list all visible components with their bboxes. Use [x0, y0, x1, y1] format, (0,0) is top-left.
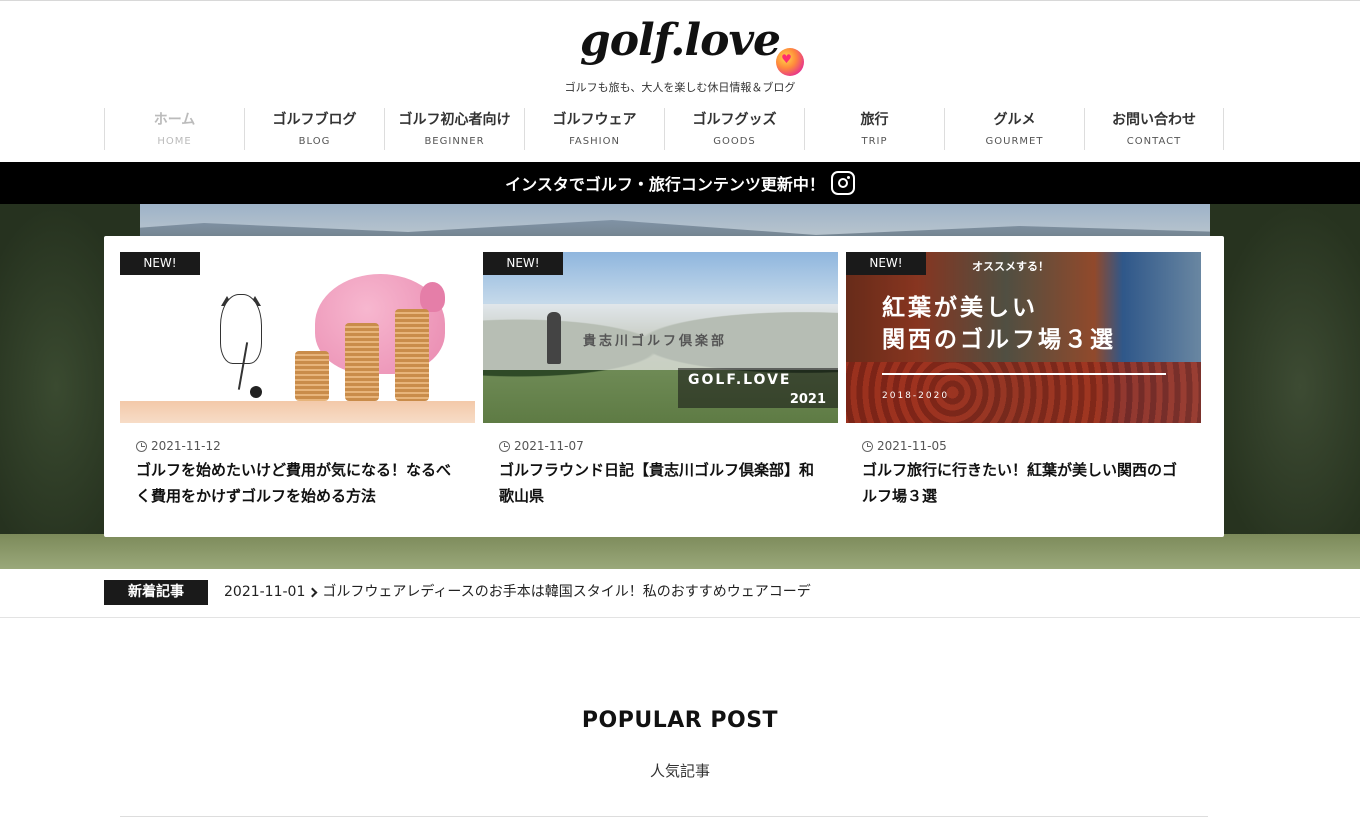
site-logo-text: golf.love — [579, 15, 781, 66]
clock-icon — [136, 440, 147, 452]
nav-sublabel: BEGINNER — [424, 136, 485, 147]
chevron-right-icon — [307, 587, 318, 597]
nav-sublabel: TRIP — [861, 136, 888, 147]
cat-golfer-illustration — [220, 294, 262, 364]
section-subtitle: 人気記事 — [649, 762, 710, 780]
new-badge: NEW! — [120, 252, 200, 275]
ticker-label: 新着記事 — [104, 580, 208, 605]
site-logo-container: golf.love ♥ — [0, 8, 1360, 76]
nav-sublabel: FASHION — [569, 136, 620, 147]
nav-sublabel: GOODS — [713, 136, 756, 147]
nav-label: ゴルフ初心者向け — [398, 112, 511, 128]
featured-card[interactable]: NEW! 貴志川ゴルフ倶楽部 GOLF.LOVE 2021 2021-11-07… — [483, 252, 838, 509]
ticker-date: 2021-11-01 — [224, 584, 306, 600]
ticker-title: ゴルフウェアレディースのお手本は韓国スタイル！私のおすすめウェアコーデ — [322, 584, 811, 600]
top-border — [0, 0, 1360, 1]
nav-label: お問い合わせ — [1112, 112, 1196, 128]
nav-sublabel: BLOG — [298, 136, 331, 147]
featured-posts-panel: NEW! 2021-11-12 ゴルフを始めたいけど費用が気になる！なるべく費用… — [104, 236, 1224, 537]
nav-item-blog[interactable]: ゴルフブログ BLOG — [244, 108, 384, 150]
coin-stack — [395, 309, 429, 401]
instagram-banner-text: インスタでゴルフ・旅行コンテンツ更新中！ — [505, 175, 825, 194]
global-nav: ホーム HOME ゴルフブログ BLOG ゴルフ初心者向け BEGINNER ゴ… — [104, 108, 1224, 150]
card-thumbnail: NEW! 貴志川ゴルフ倶楽部 GOLF.LOVE 2021 — [483, 252, 838, 423]
post-title: ゴルフ旅行に行きたい！紅葉が美しい関西のゴルフ場３選 — [862, 461, 1178, 505]
post-title: ゴルフラウンド日記【貴志川ゴルフ倶楽部】和歌山県 — [499, 461, 815, 505]
nav-sublabel: HOME — [157, 136, 192, 147]
heart-golfball-icon: ♥ — [776, 48, 805, 76]
clock-icon — [862, 440, 873, 452]
nav-label: ゴルフグッズ — [692, 112, 777, 128]
thumb-headline: 紅葉が美しい 関西のゴルフ場３選 — [882, 295, 1116, 353]
nav-sublabel: CONTACT — [1126, 136, 1182, 147]
featured-card[interactable]: NEW! 2021-11-12 ゴルフを始めたいけど費用が気になる！なるべく費用… — [120, 252, 475, 509]
card-thumbnail: NEW! — [120, 252, 475, 423]
nav-item-contact[interactable]: お問い合わせ CONTACT — [1084, 108, 1224, 150]
thumb-watermark: GOLF.LOVE — [688, 372, 792, 388]
post-title: ゴルフを始めたいけど費用が気になる！なるべく費用をかけずゴルフを始める方法 — [136, 461, 452, 505]
thumb-year: 2021 — [789, 392, 826, 407]
nav-sublabel: GOURMET — [985, 136, 1044, 147]
thumb-years: 2018-2020 — [882, 391, 950, 401]
news-ticker: 新着記事 2021-11-01 ゴルフウェアレディースのお手本は韓国スタイル！私… — [0, 569, 1360, 618]
nav-item-fashion[interactable]: ゴルフウェア FASHION — [524, 108, 664, 150]
nav-item-gourmet[interactable]: グルメ GOURMET — [944, 108, 1084, 150]
nav-label: ゴルフブログ — [272, 112, 357, 128]
post-date: 2021-11-12 — [136, 439, 475, 453]
new-badge: NEW! — [483, 252, 563, 275]
new-badge: NEW! — [846, 252, 926, 275]
section-divider — [120, 816, 1208, 817]
section-title: POPULAR POST — [581, 708, 779, 733]
ticker-link[interactable]: 2021-11-01 ゴルフウェアレディースのお手本は韓国スタイル！私のおすすめ… — [224, 581, 811, 603]
nav-item-goods[interactable]: ゴルフグッズ GOODS — [664, 108, 804, 150]
nav-item-beginner[interactable]: ゴルフ初心者向け BEGINNER — [384, 108, 524, 150]
coin-stack — [345, 323, 379, 401]
nav-label: ホーム — [153, 112, 196, 128]
post-date: 2021-11-07 — [499, 439, 838, 453]
card-thumbnail: NEW! オススメする！ 紅葉が美しい 関西のゴルフ場３選 2018-2020 — [846, 252, 1201, 423]
nav-item-home[interactable]: ホーム HOME — [104, 108, 244, 150]
coin-stack — [295, 351, 329, 401]
instagram-banner[interactable]: インスタでゴルフ・旅行コンテンツ更新中！ — [0, 162, 1360, 204]
site-tagline: ゴルフも旅も、大人を楽しむ休日情報＆ブログ — [564, 81, 796, 94]
nav-label: ゴルフウェア — [552, 112, 637, 128]
nav-label: グルメ — [993, 112, 1036, 128]
golfer-silhouette — [547, 312, 561, 364]
clock-icon — [499, 440, 510, 452]
thumb-subcaption: オススメする！ — [972, 260, 1049, 273]
hero-fairway — [0, 534, 1360, 569]
featured-card[interactable]: NEW! オススメする！ 紅葉が美しい 関西のゴルフ場３選 2018-2020 … — [846, 252, 1201, 509]
post-date: 2021-11-05 — [862, 439, 1201, 453]
instagram-icon — [830, 171, 855, 195]
site-logo[interactable]: golf.love ♥ — [579, 8, 805, 76]
nav-label: 旅行 — [860, 112, 889, 128]
thumb-caption: 貴志川ゴルフ倶楽部 — [583, 334, 728, 349]
hero-trees-right — [1210, 204, 1360, 569]
nav-item-trip[interactable]: 旅行 TRIP — [804, 108, 944, 150]
